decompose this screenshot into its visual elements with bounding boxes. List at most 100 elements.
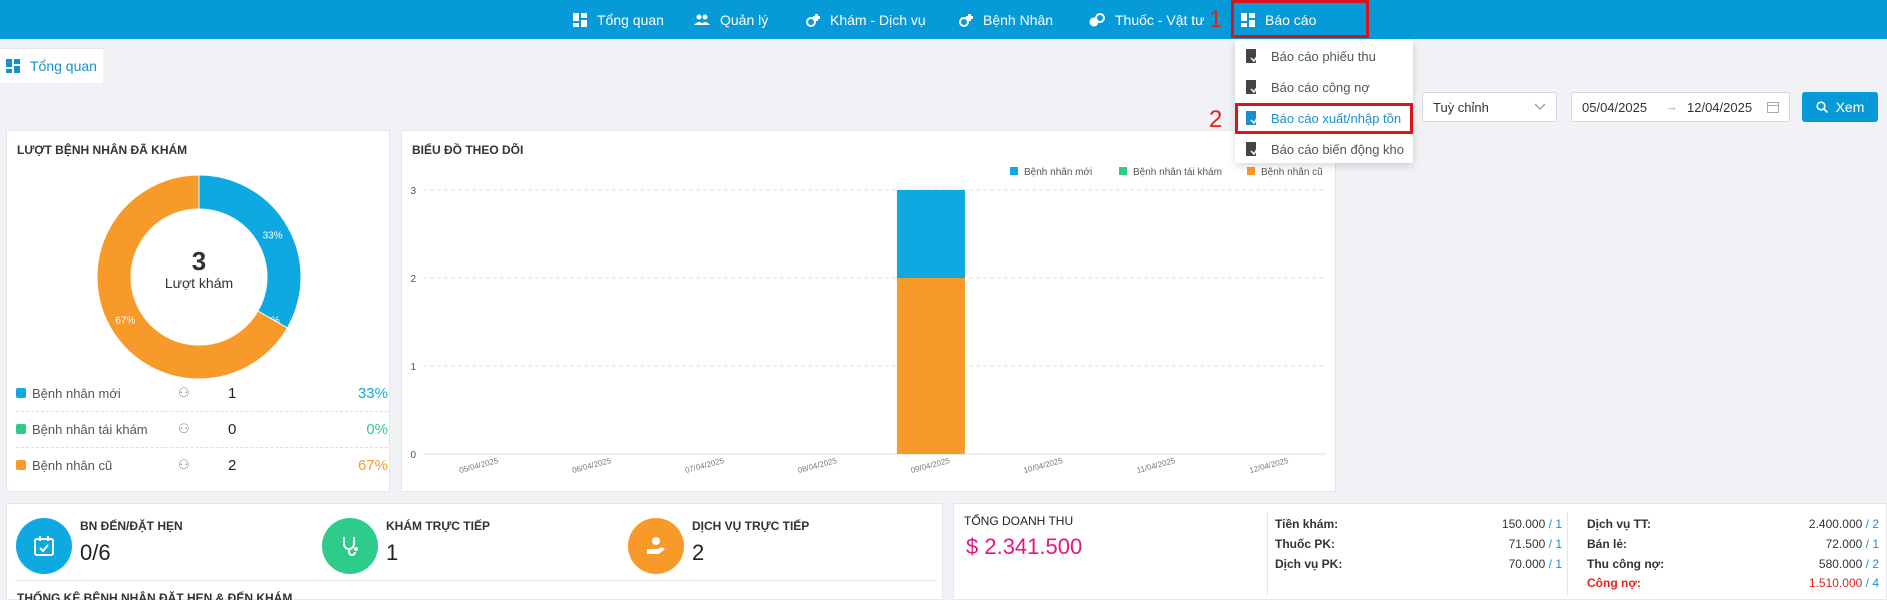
search-icon — [1815, 101, 1828, 113]
nav-item-benh-nhan[interactable]: Bệnh Nhân — [959, 0, 1053, 39]
nav-label: Thuốc - Vật tư — [1115, 11, 1205, 28]
menu-item-stock-change-report[interactable]: Báo cáo biến động kho — [1235, 134, 1413, 164]
legend-percent: 67% — [357, 456, 388, 474]
legend-swatch — [1247, 167, 1255, 175]
patient-icon — [959, 13, 973, 27]
bar-segment — [896, 278, 965, 454]
revenue-row: Thuốc PK: 71.500 / 1 — [1275, 537, 1562, 551]
revenue-row-value: 580.000 — [1818, 557, 1863, 571]
y-tick-label: 1 — [410, 362, 416, 373]
x-tick-label: 08/04/2025 — [797, 456, 839, 475]
dashboard-icon — [573, 12, 587, 27]
tab-tong-quan[interactable]: Tổng quan — [0, 48, 103, 83]
tracking-chart-card: BIỂU ĐỒ THEO DÕI 0 1 2 3 05/04/2025 06/04/202… — [401, 130, 1336, 492]
y-tick-label: 3 — [410, 186, 416, 197]
revenue-row-value: 2.400.000 — [1808, 517, 1863, 531]
patients-card-title: LƯỢT BỆNH NHÂN ĐÃ KHÁM — [17, 143, 188, 157]
nav-item-quan-ly[interactable]: Quản lý — [694, 0, 768, 39]
revenue-row-label: Công nợ: — [1587, 576, 1641, 590]
calendar-check-icon — [34, 536, 54, 556]
nav-label: Bệnh Nhân — [983, 11, 1054, 28]
date-from[interactable]: 05/04/2025 — [1582, 100, 1647, 115]
menu-item-label: Báo cáo biến động kho — [1271, 141, 1404, 157]
donut-total-label: Lượt khám — [164, 275, 234, 291]
legend-swatch — [16, 388, 26, 398]
user-icon: ⚇ — [178, 457, 190, 472]
legend-label: Bệnh nhân cũ — [1261, 167, 1323, 178]
tracking-bar-chart: 0 1 2 3 05/04/2025 06/04/2025 07/04/2025 08/04/… — [410, 167, 1326, 475]
revenue-row-sep: / — [1545, 557, 1556, 571]
revenue-row-value: 150.000 — [1501, 517, 1546, 531]
y-tick-label: 0 — [410, 450, 416, 461]
revenue-row: Dịch vụ PK: 70.000 / 1 — [1275, 557, 1562, 571]
legend-swatch — [16, 460, 26, 470]
revenue-row-count: 2 — [1872, 557, 1879, 571]
date-to[interactable]: 12/04/2025 — [1687, 100, 1752, 115]
legend-label: Bệnh nhân tái khám — [1133, 167, 1222, 178]
date-separator: → — [1665, 99, 1678, 114]
x-tick-label: 05/04/2025 — [458, 456, 500, 475]
user-icon: ⚇ — [178, 421, 190, 436]
menu-item-label: Báo cáo công nợ — [1271, 79, 1370, 95]
menu-item-label: Báo cáo phiếu thu — [1271, 48, 1376, 64]
medical-service-icon — [806, 13, 820, 27]
legend-percent: 33% — [357, 384, 388, 402]
legend-count: 0 — [228, 420, 237, 438]
date-range-picker[interactable]: 05/04/2025 → 12/04/2025 — [1571, 92, 1790, 122]
revenue-row-value: 70.000 — [1508, 557, 1546, 571]
x-tick-label: 06/04/2025 — [571, 456, 613, 475]
divider — [15, 580, 935, 581]
tab-bar: Tổng quan — [0, 39, 1887, 83]
stats-footer-title: THỐNG KÊ BỆNH NHÂN ĐẶT HẸN & ĐẾN KHÁM — [17, 591, 293, 600]
menu-item-receipt-report[interactable]: Báo cáo phiếu thu — [1235, 41, 1413, 71]
view-button[interactable]: Xem — [1802, 92, 1878, 122]
revenue-row-label: Thu công nợ: — [1587, 557, 1665, 571]
revenue-row-label: Dịch vụ TT: — [1587, 517, 1652, 531]
revenue-row-count: 1 — [1555, 537, 1562, 551]
date-range-select[interactable]: Tuỳ chỉnh — [1422, 92, 1557, 122]
nav-label: Tổng quan — [597, 11, 664, 28]
annotation-number-1: 1 — [1209, 6, 1223, 33]
stat-label: KHÁM TRỰC TIẾP — [386, 519, 490, 533]
x-tick-label: 10/04/2025 — [1023, 456, 1065, 475]
nav-item-thuoc-vat-tu[interactable]: Thuốc - Vật tư — [1089, 0, 1205, 39]
top-navigation-bar: Tổng quan Quản lý Khám - Dịch vụ Bệnh Nh… — [0, 0, 1887, 39]
nav-item-tong-quan[interactable]: Tổng quan — [573, 0, 664, 39]
stethoscope-icon — [343, 537, 358, 556]
legend-row-new: Bệnh nhân mới ⚇ 1 33% — [16, 375, 388, 411]
revenue-row-label: Tiền khám: — [1275, 517, 1339, 531]
bar-segment — [896, 190, 965, 278]
legend-label: Bệnh nhân mới — [1024, 167, 1092, 178]
stat-value: 0/6 — [80, 540, 111, 565]
donut-slice-label: 33% — [263, 231, 283, 242]
revenue-row-sep: / — [1862, 537, 1873, 551]
revenue-row-count: 1 — [1555, 557, 1562, 571]
legend-swatch — [16, 424, 26, 434]
stat-circle — [322, 518, 378, 574]
divider — [1267, 512, 1268, 596]
tab-label: Tổng quan — [30, 58, 97, 74]
donut-total: 3 — [191, 246, 207, 276]
revenue-row-label: Dịch vụ PK: — [1275, 557, 1343, 571]
x-tick-label: 12/04/2025 — [1248, 456, 1290, 475]
donut-slice-label: 67% — [115, 316, 135, 327]
annotation-box-2 — [1235, 103, 1413, 134]
nav-label: Khám - Dịch vụ — [830, 11, 926, 28]
report-doc-icon — [1246, 142, 1259, 156]
nav-item-kham-dich-vu[interactable]: Khám - Dịch vụ — [806, 0, 926, 39]
legend-label: Bệnh nhân mới — [32, 385, 121, 401]
revenue-row-sep: / — [1862, 576, 1873, 590]
user-icon: ⚇ — [178, 385, 190, 400]
stat-label: BN ĐẾN/ĐẶT HẸN — [80, 519, 183, 533]
stat-circle — [16, 518, 72, 574]
stat-label: DỊCH VỤ TRỰC TIẾP — [692, 519, 810, 533]
revenue-row-label: Thuốc PK: — [1275, 537, 1335, 551]
revenue-row-value: 72.000 — [1825, 537, 1863, 551]
revenue-row: Thu công nợ: 580.000 / 2 — [1587, 557, 1879, 571]
y-tick-label: 2 — [410, 274, 416, 285]
stat-circle — [628, 518, 684, 574]
revenue-total: $ 2.341.500 — [966, 534, 1083, 559]
revenue-row-count: 1 — [1555, 517, 1562, 531]
hand-service-icon — [647, 537, 665, 554]
menu-item-debt-report[interactable]: Báo cáo công nợ — [1235, 72, 1413, 102]
